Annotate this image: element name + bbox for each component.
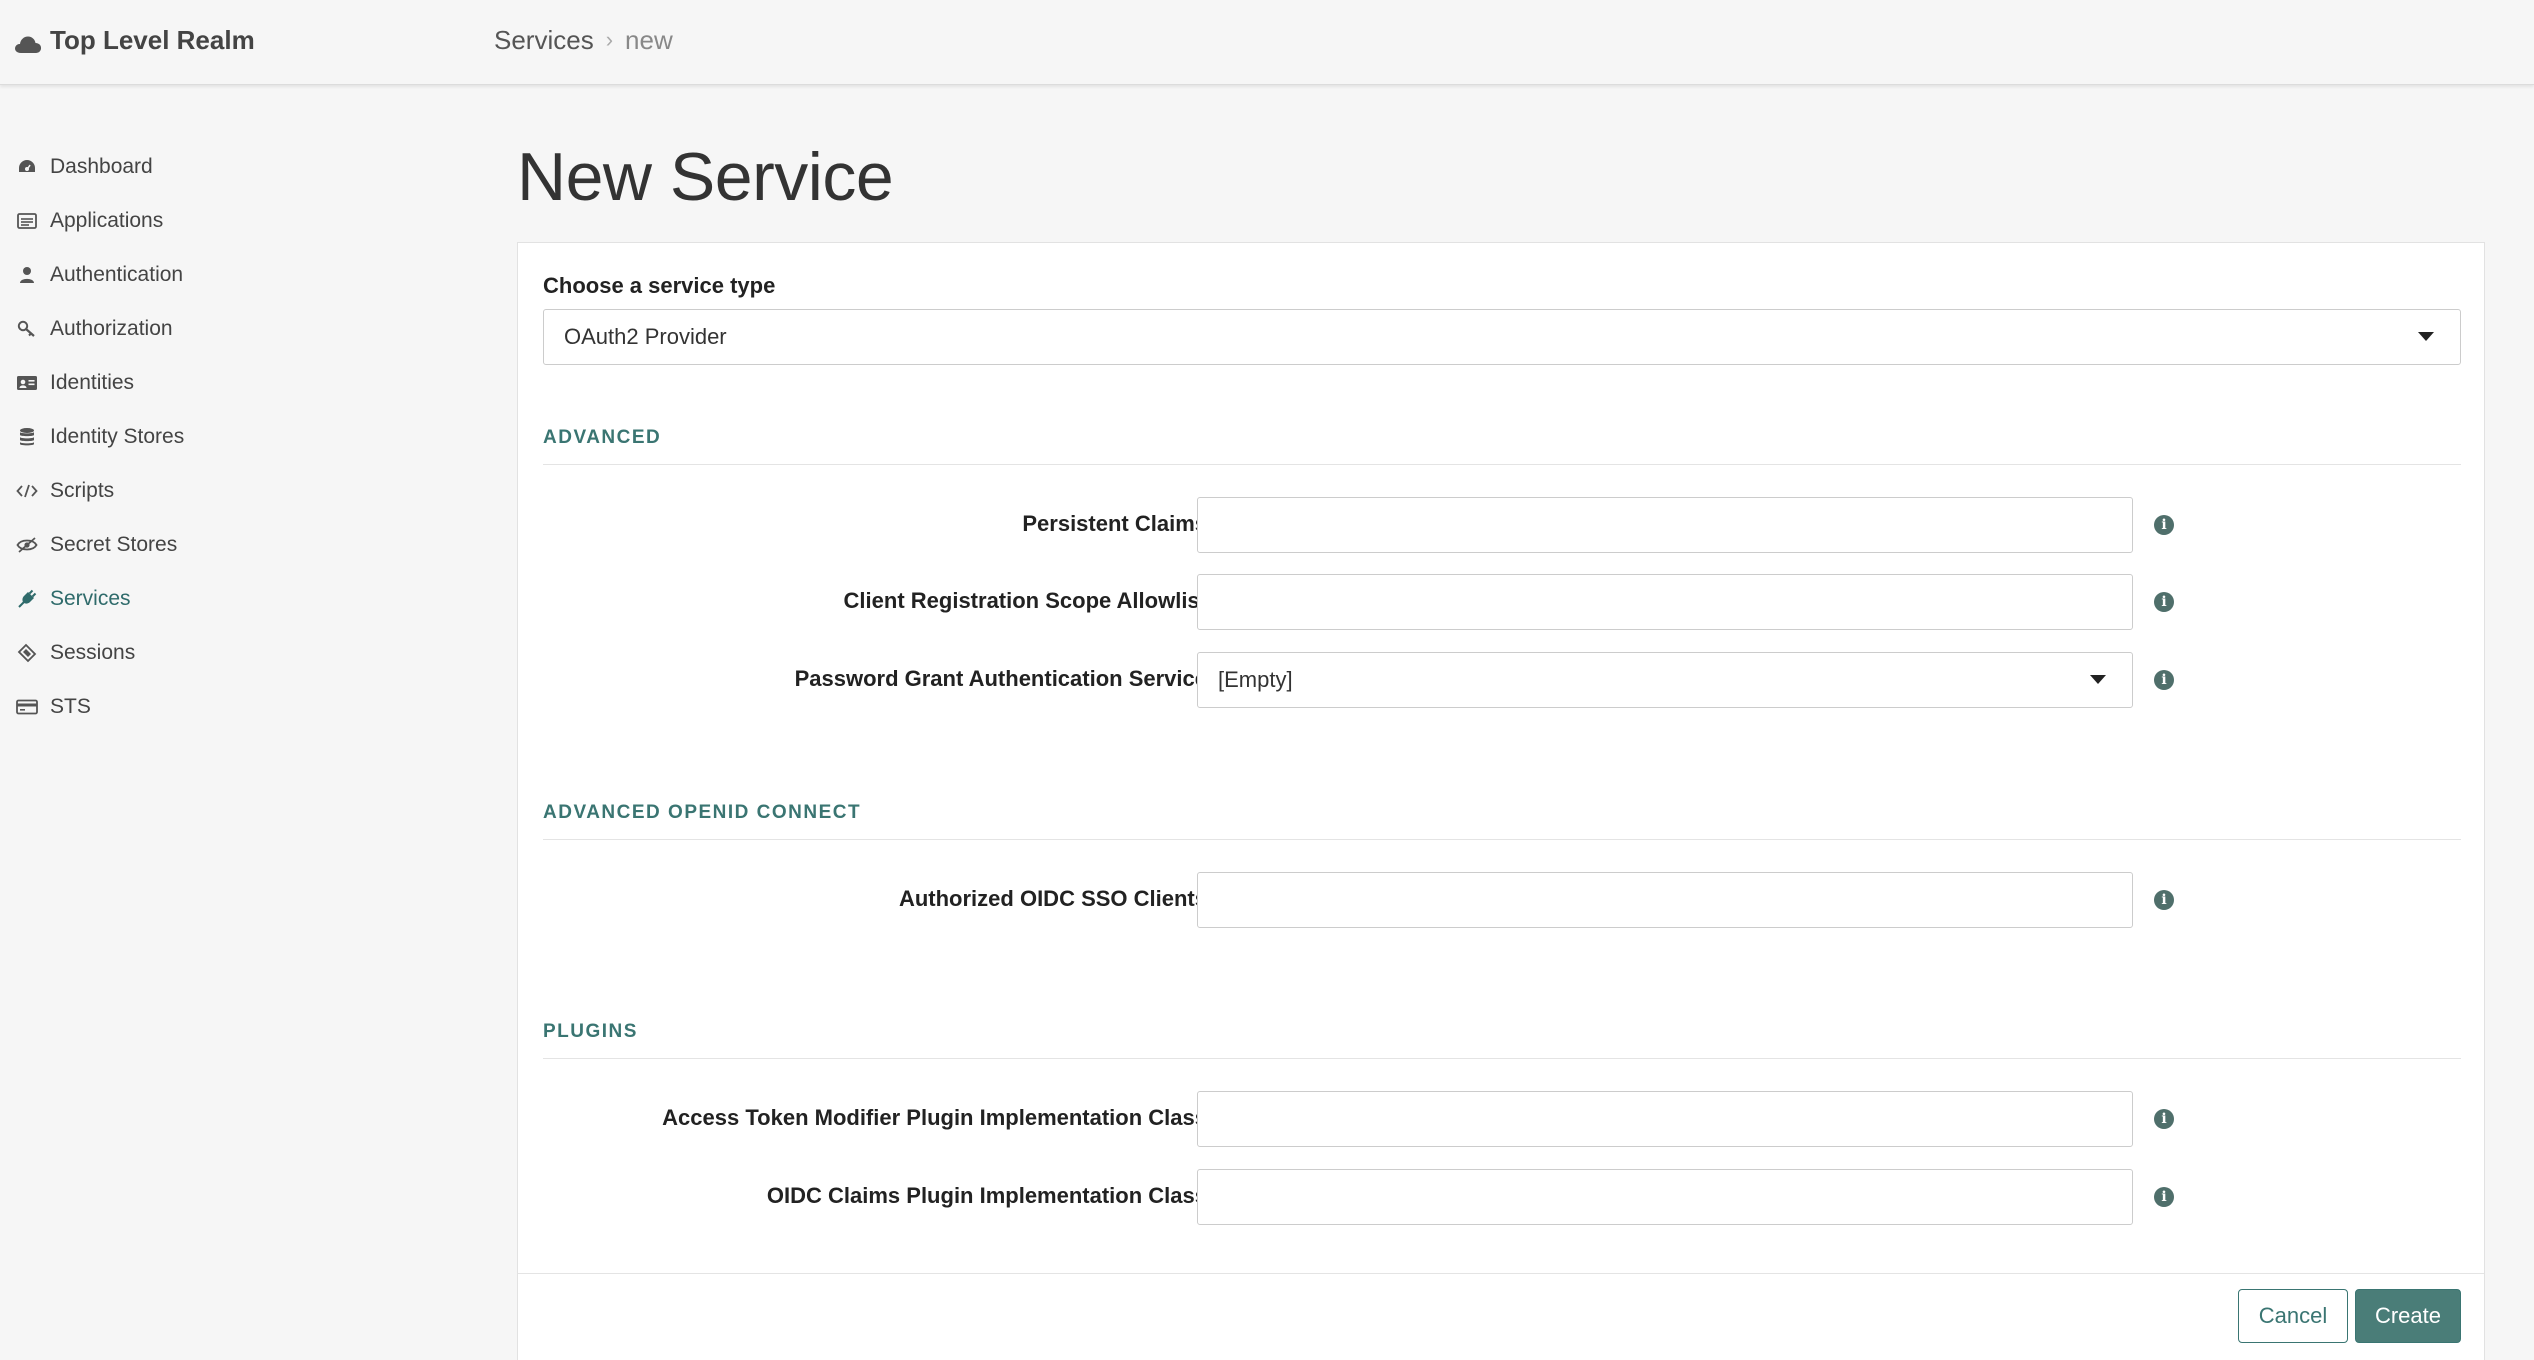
cloud-icon xyxy=(14,30,42,53)
service-type-select[interactable]: OAuth2 Provider xyxy=(543,309,2461,365)
persistent-claims-label: Persistent Claims xyxy=(1022,511,1207,536)
service-type-label: Choose a service type xyxy=(543,273,776,298)
footer-divider xyxy=(518,1273,2484,1274)
section-divider xyxy=(543,464,2461,465)
sidebar-item-identity-stores[interactable]: Identity Stores xyxy=(0,410,360,464)
sidebar-item-label: Applications xyxy=(50,209,164,232)
ticket-icon xyxy=(16,642,38,664)
realm-switcher[interactable]: Top Level Realm xyxy=(14,22,255,58)
service-type-value: OAuth2 Provider xyxy=(564,324,727,349)
sidebar-item-sessions[interactable]: Sessions xyxy=(0,626,360,680)
access-token-plugin-input[interactable] xyxy=(1197,1091,2133,1147)
create-button[interactable]: Create xyxy=(2355,1289,2461,1343)
sidebar-item-label: Authorization xyxy=(50,317,173,340)
authorized-oidc-clients-input[interactable] xyxy=(1197,872,2133,928)
oidc-claims-plugin-label: OIDC Claims Plugin Implementation Class xyxy=(766,1183,1207,1208)
info-icon[interactable]: i xyxy=(2154,592,2174,612)
key-icon xyxy=(16,318,38,340)
password-grant-value: [Empty] xyxy=(1218,667,1293,692)
info-icon[interactable]: i xyxy=(2154,890,2174,910)
info-icon[interactable]: i xyxy=(2154,515,2174,535)
password-grant-select[interactable]: [Empty] xyxy=(1197,652,2133,708)
sidebar-item-label: Scripts xyxy=(50,479,115,502)
client-registration-scope-label: Client Registration Scope Allowlist xyxy=(843,588,1207,613)
database-icon xyxy=(16,426,38,448)
section-advanced-oidc-title: ADVANCED OPENID CONNECT xyxy=(543,802,862,823)
sidebar-item-identities[interactable]: Identities xyxy=(0,356,360,410)
password-grant-label: Password Grant Authentication Service xyxy=(794,666,1207,691)
sidebar-item-sts[interactable]: STS xyxy=(0,680,360,734)
info-icon[interactable]: i xyxy=(2154,1109,2174,1129)
dashboard-icon xyxy=(16,156,38,178)
sidebar-item-services[interactable]: Services xyxy=(0,572,360,626)
breadcrumb-current: new xyxy=(625,24,673,55)
sidebar-item-dashboard[interactable]: Dashboard xyxy=(0,140,360,194)
client-registration-scope-input[interactable] xyxy=(1197,574,2133,630)
credit-card-icon xyxy=(16,696,38,718)
sidebar-item-applications[interactable]: Applications xyxy=(0,194,360,248)
sidebar-item-label: STS xyxy=(50,695,91,718)
breadcrumb-separator: › xyxy=(605,27,614,52)
sidebar-item-authentication[interactable]: Authentication xyxy=(0,248,360,302)
access-token-plugin-label: Access Token Modifier Plugin Implementat… xyxy=(662,1105,1207,1130)
service-form-card: Choose a service type OAuth2 Provider AD… xyxy=(517,242,2485,1360)
sidebar-item-scripts[interactable]: Scripts xyxy=(0,464,360,518)
section-divider xyxy=(543,839,2461,840)
info-icon[interactable]: i xyxy=(2154,670,2174,690)
sidebar-item-label: Dashboard xyxy=(50,155,153,178)
eye-slash-icon xyxy=(16,534,38,556)
sidebar-item-label: Services xyxy=(50,587,131,610)
breadcrumb: Services › new xyxy=(494,22,673,58)
persistent-claims-input[interactable] xyxy=(1197,497,2133,553)
sidebar-item-label: Authentication xyxy=(50,263,184,286)
cancel-button[interactable]: Cancel xyxy=(2238,1289,2348,1343)
info-icon[interactable]: i xyxy=(2154,1187,2174,1207)
code-icon xyxy=(16,480,38,502)
section-plugins-title: PLUGINS xyxy=(543,1021,638,1042)
sidebar-item-secret-stores[interactable]: Secret Stores xyxy=(0,518,360,572)
sidebar-item-label: Secret Stores xyxy=(50,533,178,556)
realm-name: Top Level Realm xyxy=(50,24,255,55)
section-divider xyxy=(543,1058,2461,1059)
sidebar-item-label: Identities xyxy=(50,371,135,394)
sidebar-nav: Dashboard Applications Authentication Au… xyxy=(0,140,360,734)
user-icon xyxy=(16,264,38,286)
chevron-down-icon xyxy=(2418,332,2434,341)
applications-icon xyxy=(16,210,38,232)
id-card-icon xyxy=(16,372,38,394)
page-title: New Service xyxy=(517,139,894,215)
authorized-oidc-clients-label: Authorized OIDC SSO Clients xyxy=(898,886,1207,911)
top-bar: Top Level Realm Services › new xyxy=(0,0,2534,85)
oidc-claims-plugin-input[interactable] xyxy=(1197,1169,2133,1225)
breadcrumb-services-link[interactable]: Services xyxy=(494,25,594,56)
sidebar-item-label: Identity Stores xyxy=(50,425,185,448)
section-advanced-title: ADVANCED xyxy=(543,427,662,448)
sidebar-item-label: Sessions xyxy=(50,641,136,664)
chevron-down-icon xyxy=(2090,675,2106,684)
plug-icon xyxy=(16,588,38,610)
sidebar-item-authorization[interactable]: Authorization xyxy=(0,302,360,356)
